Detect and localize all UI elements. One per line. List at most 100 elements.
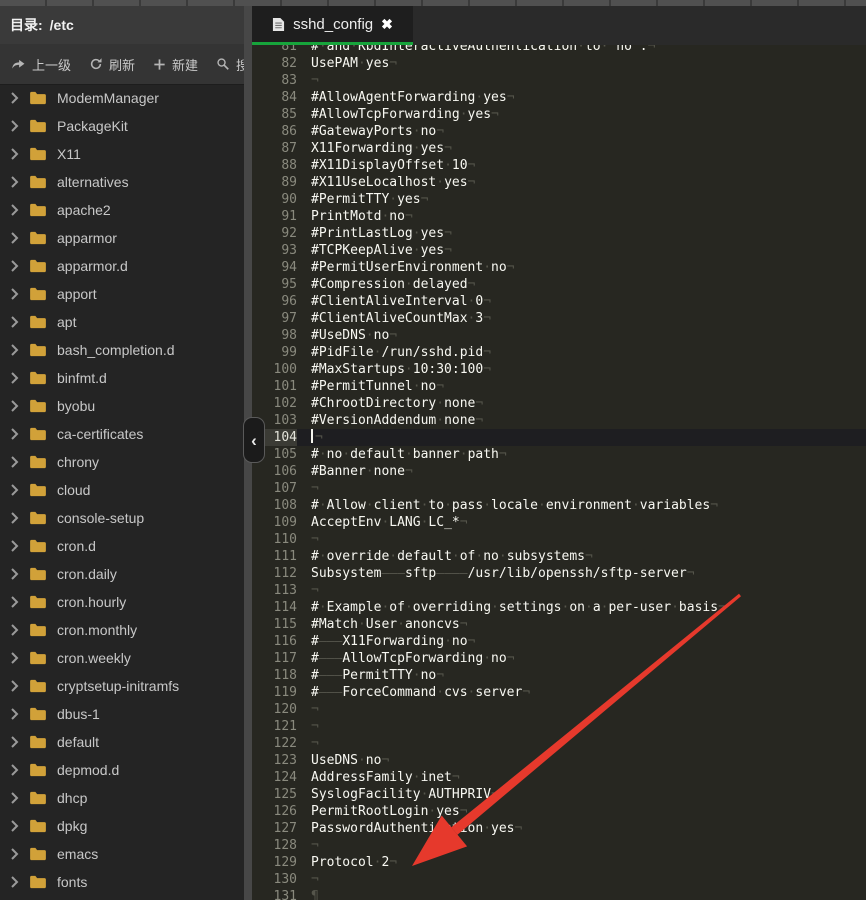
chevron-right-icon — [10, 540, 19, 552]
folder-item-ModemManager[interactable]: ModemManager — [0, 84, 244, 112]
folder-item-dbus-1[interactable]: dbus-1 — [0, 700, 244, 728]
folder-item-dhcp[interactable]: dhcp — [0, 784, 244, 812]
code-line[interactable]: 123UseDNS·no¬ — [252, 752, 866, 769]
chevron-right-icon — [10, 512, 19, 524]
collapse-sidebar-button[interactable]: ‹ — [243, 417, 265, 463]
code-line[interactable]: 89#X11UseLocalhost·yes¬ — [252, 174, 866, 191]
folder-item-binfmt.d[interactable]: binfmt.d — [0, 364, 244, 392]
code-line[interactable]: 116#———X11Forwarding·no¬ — [252, 633, 866, 650]
code-line[interactable]: 99#PidFile·/run/sshd.pid¬ — [252, 344, 866, 361]
code-line[interactable]: 124AddressFamily·inet¬ — [252, 769, 866, 786]
code-line[interactable]: 88#X11DisplayOffset·10¬ — [252, 157, 866, 174]
code-area[interactable]: 81#·and·KbdInteractiveAuthentication·to·… — [252, 6, 866, 900]
code-line[interactable]: 90#PermitTTY·yes¬ — [252, 191, 866, 208]
folder-name: ca-certificates — [57, 426, 143, 442]
folder-item-apt[interactable]: apt — [0, 308, 244, 336]
tab-sshd-config[interactable]: sshd_config ✖ — [252, 6, 413, 42]
folder-item-cron.monthly[interactable]: cron.monthly — [0, 616, 244, 644]
folder-item-default[interactable]: default — [0, 728, 244, 756]
code-text: SyslogFacility·AUTHPRIV¬ — [311, 786, 499, 803]
folder-item-X11[interactable]: X11 — [0, 140, 244, 168]
code-line[interactable]: 101#PermitTunnel·no¬ — [252, 378, 866, 395]
code-line[interactable]: 131¶ — [252, 888, 866, 900]
folder-item-PackageKit[interactable]: PackageKit — [0, 112, 244, 140]
code-line[interactable]: 122¬ — [252, 735, 866, 752]
toolbar-refresh-button[interactable]: 刷新 — [80, 51, 144, 78]
folder-item-console-setup[interactable]: console-setup — [0, 504, 244, 532]
code-line[interactable]: 109AcceptEnv·LANG·LC_*¬ — [252, 514, 866, 531]
folder-item-chrony[interactable]: chrony — [0, 448, 244, 476]
code-line[interactable]: 118#———PermitTTY·no¬ — [252, 667, 866, 684]
toolbar-new-button[interactable]: 新建 — [144, 51, 207, 78]
folder-item-ca-certificates[interactable]: ca-certificates — [0, 420, 244, 448]
code-line[interactable]: 83¬ — [252, 72, 866, 89]
code-line[interactable]: 104¬ — [252, 429, 866, 446]
code-line[interactable]: 82UsePAM·yes¬ — [252, 55, 866, 72]
code-line[interactable]: 94#PermitUserEnvironment·no¬ — [252, 259, 866, 276]
folder-item-dpkg[interactable]: dpkg — [0, 812, 244, 840]
code-line[interactable]: 113¬ — [252, 582, 866, 599]
code-line[interactable]: 105#·no·default·banner·path¬ — [252, 446, 866, 463]
code-line[interactable]: 98#UseDNS·no¬ — [252, 327, 866, 344]
folder-item-cron.weekly[interactable]: cron.weekly — [0, 644, 244, 672]
code-line[interactable]: 114#·Example·of·overriding·settings·on·a… — [252, 599, 866, 616]
code-line[interactable]: 84#AllowAgentForwarding·yes¬ — [252, 89, 866, 106]
directory-header: 目录: /etc — [0, 6, 244, 44]
code-line[interactable]: 86#GatewayPorts·no¬ — [252, 123, 866, 140]
chevron-right-icon — [10, 428, 19, 440]
toolbar-button-label: 刷新 — [109, 55, 135, 74]
folder-item-apport[interactable]: apport — [0, 280, 244, 308]
folder-item-bash_completion.d[interactable]: bash_completion.d — [0, 336, 244, 364]
code-line[interactable]: 96#ClientAliveInterval·0¬ — [252, 293, 866, 310]
code-line[interactable]: 106#Banner·none¬ — [252, 463, 866, 480]
code-line[interactable]: 119#———ForceCommand·cvs·server¬ — [252, 684, 866, 701]
folder-item-apparmor.d[interactable]: apparmor.d — [0, 252, 244, 280]
code-line[interactable]: 125SyslogFacility·AUTHPRIV¬ — [252, 786, 866, 803]
plus-icon — [153, 58, 166, 71]
folder-item-byobu[interactable]: byobu — [0, 392, 244, 420]
code-line[interactable]: 128¬ — [252, 837, 866, 854]
folder-item-cryptsetup-initramfs[interactable]: cryptsetup-initramfs — [0, 672, 244, 700]
folder-item-apparmor[interactable]: apparmor — [0, 224, 244, 252]
code-line[interactable]: 117#———AllowTcpForwarding·no¬ — [252, 650, 866, 667]
toolbar-up-level-button[interactable]: 上一级 — [2, 51, 80, 78]
close-tab-icon[interactable]: ✖ — [381, 16, 393, 33]
code-line[interactable]: 107¬ — [252, 480, 866, 497]
chevron-right-icon — [10, 736, 19, 748]
folder-item-alternatives[interactable]: alternatives — [0, 168, 244, 196]
code-line[interactable]: 85#AllowTcpForwarding·yes¬ — [252, 106, 866, 123]
folder-item-apache2[interactable]: apache2 — [0, 196, 244, 224]
code-line[interactable]: 126PermitRootLogin·yes¬ — [252, 803, 866, 820]
code-line[interactable]: 127PasswordAuthentication·yes¬ — [252, 820, 866, 837]
folder-item-depmod.d[interactable]: depmod.d — [0, 756, 244, 784]
code-line[interactable]: 110¬ — [252, 531, 866, 548]
code-line[interactable]: 93#TCPKeepAlive·yes¬ — [252, 242, 866, 259]
code-line[interactable]: 112Subsystem———sftp————/usr/lib/openssh/… — [252, 565, 866, 582]
code-line[interactable]: 129Protocol·2¬ — [252, 854, 866, 871]
line-number: 82 — [252, 55, 297, 72]
code-line[interactable]: 120¬ — [252, 701, 866, 718]
code-line[interactable]: 111#·override·default·of·no·subsystems¬ — [252, 548, 866, 565]
code-line[interactable]: 97#ClientAliveCountMax·3¬ — [252, 310, 866, 327]
code-line[interactable]: 115#Match·User·anoncvs¬ — [252, 616, 866, 633]
code-line[interactable]: 100#MaxStartups·10:30:100¬ — [252, 361, 866, 378]
folder-icon — [29, 539, 47, 553]
code-line[interactable]: 102#ChrootDirectory·none¬ — [252, 395, 866, 412]
folder-icon — [29, 763, 47, 777]
code-text: X11Forwarding·yes¬ — [311, 140, 452, 157]
code-line[interactable]: 130¬ — [252, 871, 866, 888]
folder-name: byobu — [57, 398, 95, 414]
code-line[interactable]: 103#VersionAddendum·none¬ — [252, 412, 866, 429]
folder-item-cloud[interactable]: cloud — [0, 476, 244, 504]
folder-item-cron.d[interactable]: cron.d — [0, 532, 244, 560]
folder-item-cron.daily[interactable]: cron.daily — [0, 560, 244, 588]
code-line[interactable]: 108#·Allow·client·to·pass·locale·environ… — [252, 497, 866, 514]
code-line[interactable]: 87X11Forwarding·yes¬ — [252, 140, 866, 157]
folder-item-emacs[interactable]: emacs — [0, 840, 244, 868]
code-line[interactable]: 91PrintMotd·no¬ — [252, 208, 866, 225]
code-line[interactable]: 121¬ — [252, 718, 866, 735]
folder-item-fonts[interactable]: fonts — [0, 868, 244, 896]
code-line[interactable]: 95#Compression·delayed¬ — [252, 276, 866, 293]
code-line[interactable]: 92#PrintLastLog·yes¬ — [252, 225, 866, 242]
folder-item-cron.hourly[interactable]: cron.hourly — [0, 588, 244, 616]
